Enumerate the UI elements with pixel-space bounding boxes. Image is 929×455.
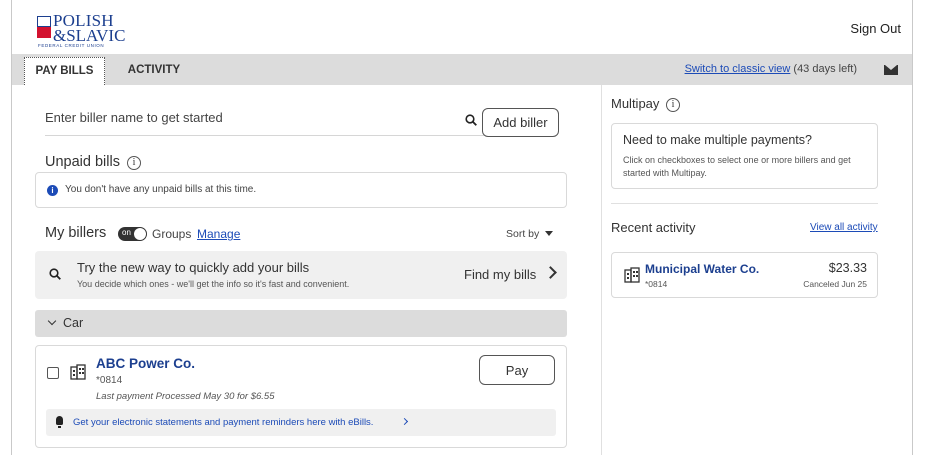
- multipay-box-heading: Need to make multiple payments?: [623, 133, 812, 147]
- right-divider: [611, 203, 878, 204]
- days-left-text: (43 days left): [793, 63, 857, 75]
- brand-line2: &SLAVIC: [53, 26, 126, 45]
- manage-link[interactable]: Manage: [197, 227, 240, 241]
- search-input[interactable]: [45, 110, 445, 125]
- biller-name-link[interactable]: ABC Power Co.: [96, 356, 195, 371]
- mail-icon[interactable]: [884, 65, 898, 75]
- find-my-bills-link[interactable]: Find my bills: [464, 267, 536, 282]
- biller-account: *0814: [96, 375, 123, 386]
- caret-down-icon: [545, 231, 554, 236]
- view-all-activity-link[interactable]: View all activity: [810, 222, 878, 233]
- promo-heading: Try the new way to quickly add your bill…: [77, 260, 310, 275]
- activity-status: Canceled Jun 25: [803, 279, 867, 289]
- chevron-right-icon: [400, 417, 409, 426]
- recent-activity-title: Recent activity: [611, 220, 696, 235]
- biller-search: [45, 106, 485, 136]
- toggle-on-label: on: [122, 228, 131, 237]
- info-filled-icon: i: [47, 185, 58, 196]
- brand-logo: POLISH &SLAVIC FEDERAL CREDIT UNION: [37, 12, 137, 48]
- sort-by-label: Sort by: [506, 228, 540, 240]
- group-name: Car: [63, 316, 84, 330]
- sort-by-dropdown[interactable]: Sort by: [506, 228, 554, 240]
- pay-button[interactable]: Pay: [479, 355, 555, 385]
- classic-view-notice: Switch to classic view (43 days left): [685, 63, 857, 75]
- tab-activity[interactable]: ACTIVITY: [124, 57, 184, 85]
- ebills-text: Get your electronic statements and payme…: [73, 417, 374, 428]
- unpaid-bills-message: You don't have any unpaid bills at this …: [65, 184, 257, 195]
- flag-icon: [37, 16, 51, 38]
- unpaid-bills-box: i You don't have any unpaid bills at thi…: [35, 172, 567, 208]
- search-icon[interactable]: [465, 114, 477, 126]
- groups-label: Groups: [152, 227, 192, 241]
- last-payment-text: Last payment Processed May 30 for $6.55: [96, 391, 275, 402]
- activity-account: *0814: [645, 279, 668, 289]
- column-divider: [601, 85, 602, 455]
- header: POLISH &SLAVIC FEDERAL CREDIT UNION Sign…: [12, 0, 912, 54]
- multipay-box: Need to make multiple payments? Click on…: [611, 123, 878, 189]
- biller-card: ABC Power Co. *0814 Last payment Process…: [35, 345, 567, 448]
- sign-out-link[interactable]: Sign Out: [850, 21, 901, 36]
- activity-item[interactable]: Municipal Water Co. *0814 $23.33 Cancele…: [611, 252, 878, 298]
- lightbulb-icon: [56, 416, 63, 428]
- biller-checkbox[interactable]: [47, 367, 59, 379]
- unpaid-bills-title: Unpaid bills: [45, 154, 120, 170]
- groups-toggle[interactable]: on: [118, 227, 147, 241]
- chevron-down-icon: [47, 316, 57, 326]
- multipay-title: Multipay: [611, 96, 660, 111]
- brand-tagline: FEDERAL CREDIT UNION: [38, 43, 105, 48]
- multipay-box-text: Click on checkboxes to select one or mor…: [623, 155, 851, 178]
- building-icon: [624, 267, 640, 283]
- ebills-banner[interactable]: Get your electronic statements and payme…: [46, 409, 556, 436]
- tab-bar: PAY BILLS ACTIVITY Switch to classic vie…: [12, 54, 912, 85]
- building-icon: [70, 364, 86, 380]
- activity-amount: $23.33: [828, 261, 867, 275]
- unpaid-bills-heading: Unpaid bills i: [45, 154, 141, 170]
- switch-classic-view-link[interactable]: Switch to classic view: [685, 63, 791, 75]
- group-header-car[interactable]: Car: [35, 310, 567, 337]
- chevron-right-icon: [544, 266, 557, 279]
- add-biller-button[interactable]: Add biller: [482, 108, 559, 137]
- promo-subtext: You decide which ones - we'll get the in…: [77, 279, 350, 289]
- search-icon: [49, 268, 61, 280]
- multipay-heading: Multipay i: [611, 96, 681, 112]
- find-my-bills-promo[interactable]: Try the new way to quickly add your bill…: [35, 251, 567, 299]
- info-icon[interactable]: i: [666, 98, 681, 112]
- info-icon[interactable]: i: [127, 156, 141, 170]
- toggle-knob: [134, 228, 146, 240]
- activity-biller-name: Municipal Water Co.: [645, 262, 760, 276]
- my-billers-title: My billers: [45, 225, 107, 241]
- tab-pay-bills[interactable]: PAY BILLS: [24, 57, 105, 85]
